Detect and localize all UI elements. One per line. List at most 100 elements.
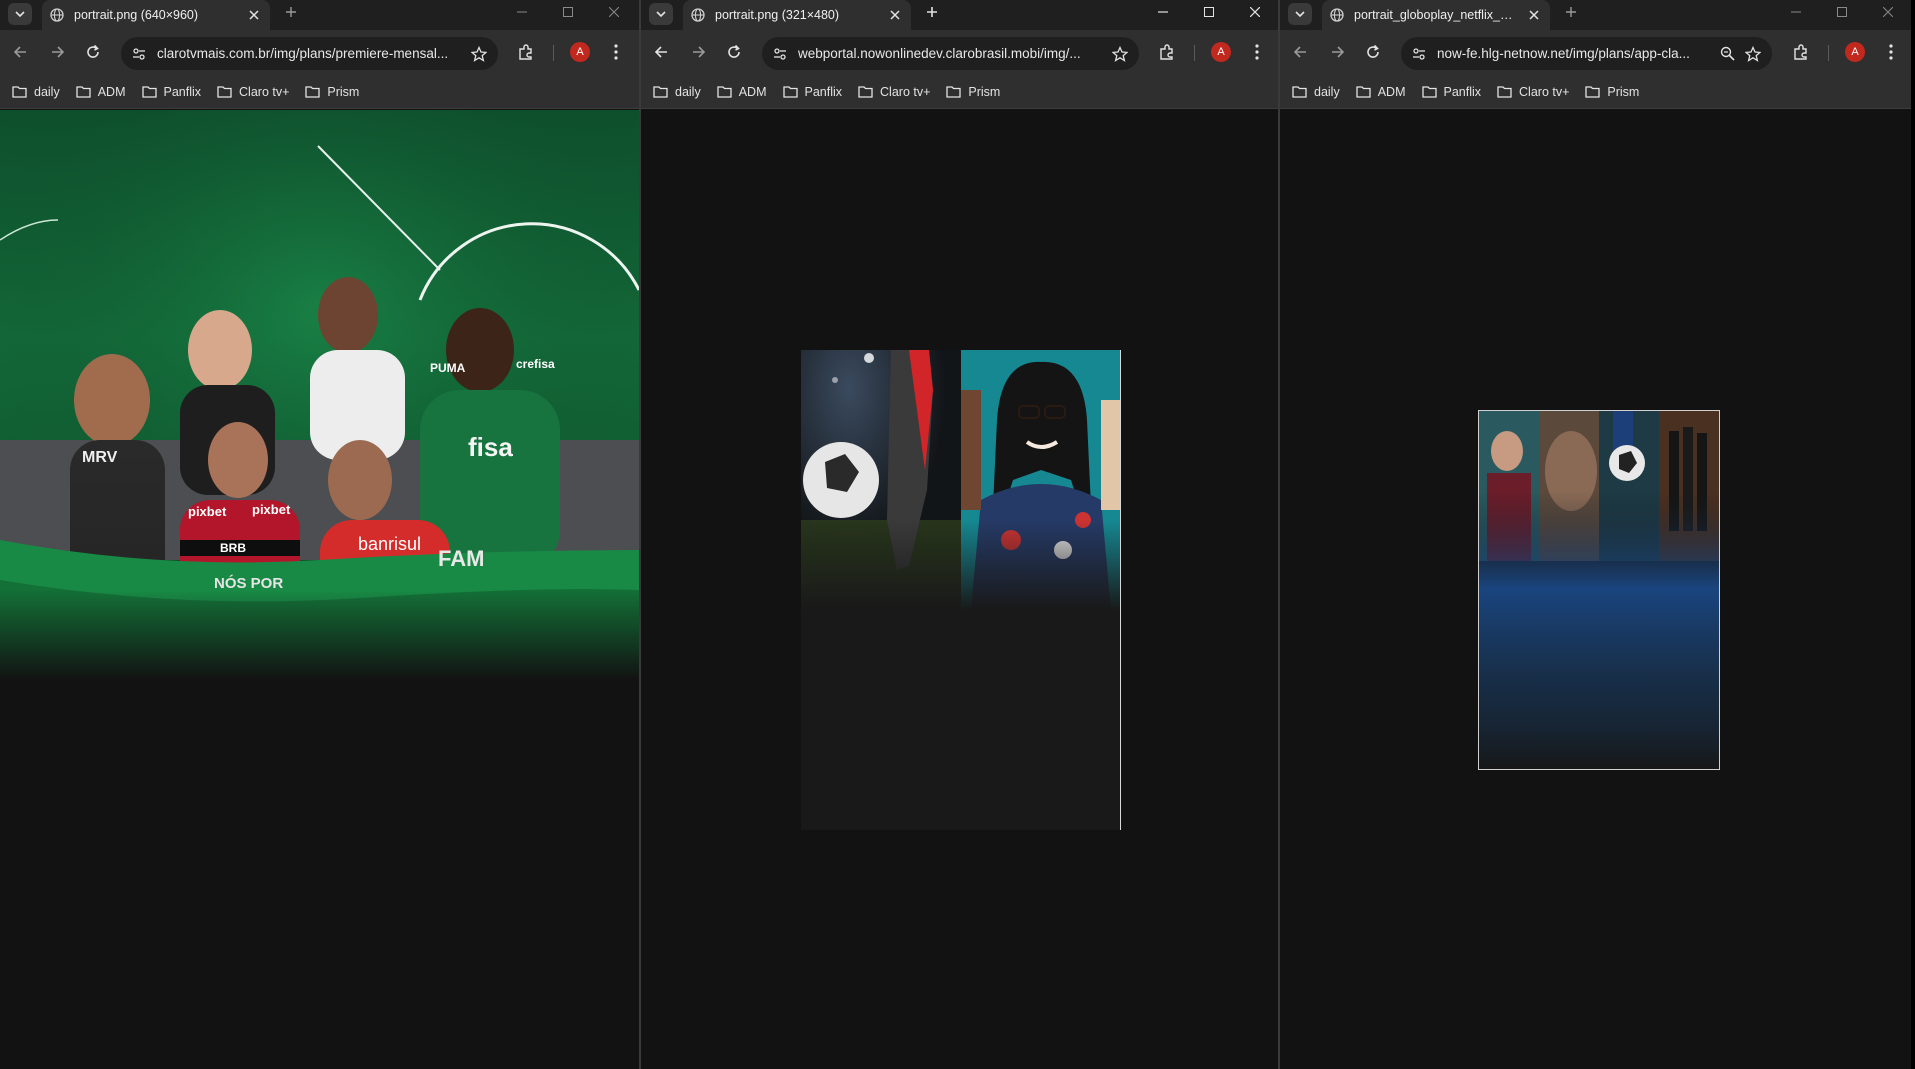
tab-search-button[interactable] <box>8 3 32 25</box>
close-tab-icon[interactable] <box>1526 7 1542 23</box>
reload-icon <box>1367 44 1379 58</box>
site-info-icon[interactable] <box>129 44 149 64</box>
bookmark-folder-panflix[interactable]: Panflix <box>1421 85 1481 99</box>
bookmark-folder-panflix[interactable]: Panflix <box>782 85 842 99</box>
folder-icon <box>76 86 91 98</box>
close-window-button[interactable] <box>1235 0 1275 24</box>
bookmark-label: Claro tv+ <box>239 84 290 99</box>
toolbar-divider <box>1194 45 1195 61</box>
new-tab-button[interactable] <box>920 0 944 24</box>
minimize-button[interactable] <box>502 0 542 24</box>
cleat-woman-illustration <box>801 350 1120 610</box>
minimize-button[interactable] <box>1143 0 1183 24</box>
forward-button[interactable] <box>1323 38 1351 66</box>
tab-strip: portrait_globoplay_netflix_prem <box>1280 0 1911 30</box>
forward-button[interactable] <box>684 38 712 66</box>
profile-avatar[interactable]: A <box>570 42 590 62</box>
tab-search-button[interactable] <box>649 3 673 25</box>
bookmark-folder-claro-tv[interactable]: Claro tv+ <box>1497 85 1569 99</box>
bookmark-folder-adm[interactable]: ADM <box>1356 85 1406 99</box>
arrow-left-icon <box>1293 46 1306 58</box>
globe-icon <box>50 8 64 22</box>
maximize-button[interactable] <box>1189 0 1229 24</box>
toolbar: webportal.nowonlinedev.clarobrasil.mobi/… <box>641 30 1278 75</box>
jersey-text-mrv: MRV <box>82 449 118 466</box>
address-bar[interactable]: clarotvmais.com.br/img/plans/premiere-me… <box>121 37 498 70</box>
arrow-left-icon <box>13 46 26 58</box>
folder-icon <box>858 86 873 98</box>
bookmark-folder-daily[interactable]: daily <box>12 85 60 99</box>
back-button[interactable] <box>648 38 676 66</box>
new-tab-button[interactable] <box>279 0 303 24</box>
folder-icon <box>12 86 27 98</box>
folder-icon <box>1356 86 1371 98</box>
bookmark-folder-claro-tv[interactable]: Claro tv+ <box>217 85 289 99</box>
close-tab-icon[interactable] <box>887 7 903 23</box>
folder-icon <box>141 86 157 98</box>
tab-active[interactable]: portrait_globoplay_netflix_prem <box>1322 0 1550 30</box>
bookmark-folder-adm[interactable]: ADM <box>717 85 767 99</box>
site-info-icon[interactable] <box>1409 44 1429 64</box>
tab-search-button[interactable] <box>1288 3 1312 25</box>
folder-icon <box>946 86 962 98</box>
zoom-icon[interactable] <box>1716 43 1738 65</box>
menu-kebab-icon[interactable] <box>1243 38 1271 66</box>
bookmark-label: Prism <box>327 84 360 99</box>
url-text: clarotvmais.com.br/img/plans/premiere-me… <box>157 46 449 61</box>
address-bar[interactable]: webportal.nowonlinedev.clarobrasil.mobi/… <box>762 37 1139 70</box>
maximize-button[interactable] <box>1822 0 1862 24</box>
profile-avatar[interactable]: A <box>1211 42 1231 62</box>
page-viewport <box>1280 110 1911 1069</box>
bookmark-star-icon[interactable] <box>468 43 490 65</box>
reload-button[interactable] <box>79 38 107 66</box>
reload-button[interactable] <box>720 38 748 66</box>
bookmark-folder-daily[interactable]: daily <box>1292 85 1340 99</box>
toolbar: clarotvmais.com.br/img/plans/premiere-me… <box>0 30 639 75</box>
arrow-right-icon <box>693 46 706 58</box>
tab-strip: portrait.png (640×960) <box>0 0 639 30</box>
bookmark-folder-daily[interactable]: daily <box>653 85 701 99</box>
cleat-and-woman-image <box>801 350 1121 830</box>
bookmark-star-icon[interactable] <box>1109 43 1131 65</box>
extensions-icon[interactable] <box>512 38 540 66</box>
forward-button[interactable] <box>43 38 71 66</box>
banner-text-nos-por: NÓS POR <box>214 574 283 592</box>
extensions-icon[interactable] <box>1787 38 1815 66</box>
arrow-right-icon <box>1332 46 1345 58</box>
site-info-icon[interactable] <box>770 44 790 64</box>
toolbar: now-fe.hlg-netnow.net/img/plans/app-cla.… <box>1280 30 1911 75</box>
jersey-text-crefisa: crefisa <box>516 357 555 371</box>
reload-button[interactable] <box>1359 38 1387 66</box>
back-button[interactable] <box>7 38 35 66</box>
back-button[interactable] <box>1287 38 1315 66</box>
screen: portrait.png (640×960) clarotvmais.com.b… <box>0 0 1915 1069</box>
bookmark-folder-adm[interactable]: ADM <box>76 85 126 99</box>
profile-avatar[interactable]: A <box>1845 42 1865 62</box>
bookmark-folder-prism[interactable]: Prism <box>946 85 1000 99</box>
url-text: now-fe.hlg-netnow.net/img/plans/app-cla.… <box>1437 46 1690 61</box>
folder-icon <box>305 86 321 98</box>
folder-icon <box>782 86 798 98</box>
jersey-text-pixbet-1: pixbet <box>188 504 227 519</box>
bookmark-label: Claro tv+ <box>880 84 931 99</box>
bookmark-label: ADM <box>97 84 126 99</box>
bookmark-label: ADM <box>1377 84 1406 99</box>
address-bar[interactable]: now-fe.hlg-netnow.net/img/plans/app-cla.… <box>1401 37 1772 70</box>
extensions-icon[interactable] <box>1153 38 1181 66</box>
bookmark-folder-prism[interactable]: Prism <box>305 85 359 99</box>
close-tab-icon[interactable] <box>246 7 262 23</box>
tab-active[interactable]: portrait.png (321×480) <box>683 0 911 30</box>
new-tab-button[interactable] <box>1559 0 1583 24</box>
bookmark-folder-panflix[interactable]: Panflix <box>141 85 201 99</box>
maximize-button[interactable] <box>548 0 588 24</box>
close-window-button[interactable] <box>594 0 634 24</box>
bookmark-folder-claro-tv[interactable]: Claro tv+ <box>858 85 930 99</box>
close-window-button[interactable] <box>1868 0 1908 24</box>
minimize-button[interactable] <box>1776 0 1816 24</box>
tab-active[interactable]: portrait.png (640×960) <box>42 0 270 30</box>
bookmark-star-icon[interactable] <box>1742 43 1764 65</box>
menu-kebab-icon[interactable] <box>1877 38 1905 66</box>
menu-kebab-icon[interactable] <box>602 38 630 66</box>
bookmark-folder-prism[interactable]: Prism <box>1585 85 1639 99</box>
toolbar-divider <box>1828 45 1829 61</box>
